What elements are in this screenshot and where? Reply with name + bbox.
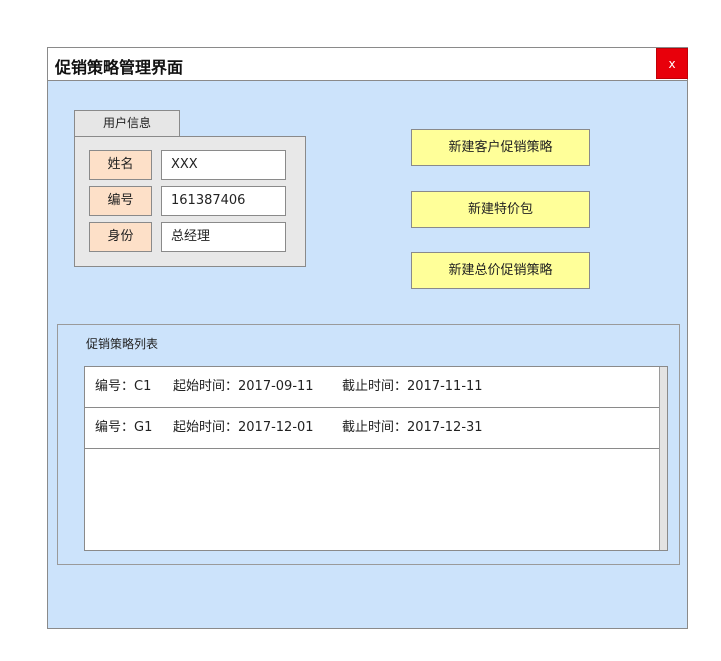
close-button[interactable]: x bbox=[656, 48, 688, 79]
id-label: 编号 bbox=[89, 186, 152, 216]
list-scrollbar[interactable] bbox=[659, 367, 667, 550]
list-item-id: 编号：C1 bbox=[95, 379, 152, 394]
new-special-package-button[interactable]: 新建特价包 bbox=[411, 191, 590, 228]
new-customer-promotion-button[interactable]: 新建客户促销策略 bbox=[411, 129, 590, 166]
list-item-start: 起始时间：2017-12-01 bbox=[173, 420, 314, 435]
list-item[interactable]: 编号：C1 起始时间：2017-09-11 截止时间：2017-11-11 bbox=[85, 367, 660, 408]
name-label: 姓名 bbox=[89, 150, 152, 180]
list-item-start: 起始时间：2017-09-11 bbox=[173, 379, 314, 394]
role-field: 总经理 bbox=[161, 222, 286, 252]
title-bar: 促销策略管理界面 x bbox=[48, 48, 688, 81]
new-total-price-promotion-button[interactable]: 新建总价促销策略 bbox=[411, 252, 590, 289]
name-field: XXX bbox=[161, 150, 286, 180]
promotion-strategy-window: 促销策略管理界面 x 用户信息 姓名 XXX 编号 161387406 身份 总… bbox=[47, 47, 688, 629]
strategy-list-title: 促销策略列表 bbox=[86, 337, 159, 351]
list-item-end: 截止时间：2017-12-31 bbox=[342, 420, 483, 435]
user-info-panel: 姓名 XXX 编号 161387406 身份 总经理 bbox=[74, 136, 306, 267]
role-label: 身份 bbox=[89, 222, 152, 252]
window-title: 促销策略管理界面 bbox=[55, 58, 184, 77]
tab-user-info[interactable]: 用户信息 bbox=[74, 110, 180, 136]
list-item-end: 截止时间：2017-11-11 bbox=[342, 379, 483, 394]
list-item-id: 编号：G1 bbox=[95, 420, 153, 435]
id-field: 161387406 bbox=[161, 186, 286, 216]
strategy-list-group: 促销策略列表 编号：C1 起始时间：2017-09-11 截止时间：2017-1… bbox=[57, 324, 680, 565]
list-item[interactable]: 编号：G1 起始时间：2017-12-01 截止时间：2017-12-31 bbox=[85, 408, 660, 449]
strategy-list: 编号：C1 起始时间：2017-09-11 截止时间：2017-11-11 编号… bbox=[84, 366, 668, 551]
